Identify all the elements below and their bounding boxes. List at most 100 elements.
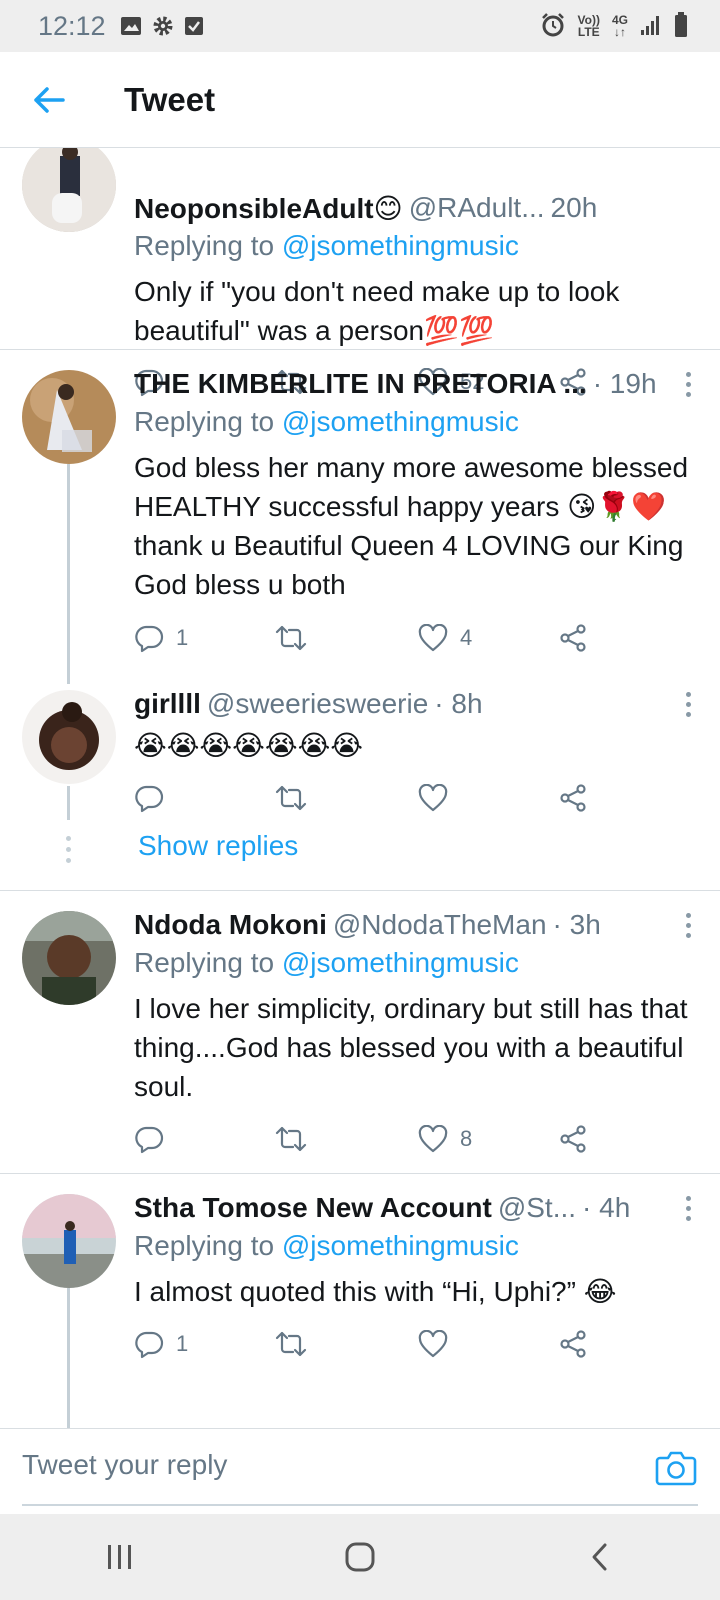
tweet-text: Only if "you don't need make up to look …	[134, 276, 620, 346]
share-icon	[560, 1330, 586, 1358]
tweet-header: girllll @sweeriesweerie · 8h	[134, 684, 690, 724]
image-icon	[120, 16, 142, 36]
user-handle[interactable]: @sweeriesweerie	[207, 688, 428, 720]
reply-button[interactable]	[134, 1119, 176, 1159]
volte-icon: Vo)) LTE	[577, 13, 600, 39]
user-name[interactable]: Stha Tomose New Account	[134, 1192, 492, 1224]
replying-to: Replying to @jsomethingmusic	[134, 1230, 519, 1261]
page-title: Tweet	[124, 80, 216, 118]
retweet-icon	[275, 625, 307, 651]
like-count: 8	[460, 1126, 473, 1151]
reply-icon	[135, 625, 164, 653]
show-replies-link[interactable]: Show replies	[138, 830, 298, 862]
reply-button[interactable]: 1	[134, 618, 188, 658]
tweet-header: Stha Tomose New Account @St... · 4h	[134, 1188, 690, 1228]
reply-count: 1	[176, 1331, 189, 1356]
tweet-time: · 4h	[582, 1192, 631, 1223]
avatar[interactable]	[22, 690, 116, 784]
tweet-actions: 8	[134, 1119, 604, 1159]
tweet-actions: 1 4	[134, 618, 604, 658]
thread-line	[67, 786, 70, 820]
status-time: 12:12	[38, 10, 106, 41]
like-count: 4	[460, 625, 473, 650]
share-icon	[560, 784, 586, 812]
camera-icon[interactable]	[654, 1445, 698, 1489]
share-button[interactable]	[558, 1324, 588, 1364]
heart-icon	[418, 784, 448, 812]
back-icon[interactable]	[570, 1527, 630, 1587]
share-icon	[560, 1125, 586, 1153]
share-icon	[560, 624, 586, 652]
avatar[interactable]	[22, 370, 116, 464]
reply-timeline[interactable]: NeoponsibleAdult😊 @RAdult... 20h Replyin…	[0, 148, 720, 1428]
tweet-item[interactable]: NeoponsibleAdult😊 @RAdult... 20h Replyin…	[0, 148, 720, 397]
user-handle[interactable]: @RAdult...	[409, 192, 545, 224]
reply-count: 1	[176, 625, 189, 650]
recents-icon[interactable]	[90, 1527, 150, 1587]
more-options-icon[interactable]	[684, 372, 692, 397]
user-name[interactable]: Ndoda Mokoni	[134, 909, 327, 941]
checkbox-icon	[184, 16, 204, 36]
gear-icon	[152, 15, 174, 37]
more-options-icon[interactable]	[684, 692, 692, 717]
reply-button[interactable]: 1	[134, 1324, 188, 1364]
retweet-icon	[275, 1126, 307, 1152]
like-button[interactable]	[418, 1324, 460, 1364]
retweet-icon	[275, 1331, 307, 1357]
more-options-icon[interactable]	[684, 1196, 692, 1221]
reply-input[interactable]: Tweet your reply	[22, 1449, 227, 1481]
share-button[interactable]	[558, 618, 588, 658]
heart-icon	[418, 624, 448, 652]
reply-icon	[135, 1331, 164, 1359]
like-button[interactable]: 8	[418, 1119, 472, 1159]
avatar[interactable]	[22, 148, 116, 232]
system-nav-bar	[0, 1514, 720, 1600]
reply-icon	[135, 1126, 164, 1154]
4g-icon: 4G ↓↑	[611, 13, 628, 39]
back-arrow-icon[interactable]	[24, 75, 74, 125]
signal-icon	[640, 14, 662, 38]
home-icon[interactable]	[330, 1527, 390, 1587]
mention-link[interactable]: @jsomethingmusic	[282, 230, 519, 261]
mention-link[interactable]: @jsomethingmusic	[282, 406, 519, 437]
mention-link[interactable]: @jsomethingmusic	[282, 1230, 519, 1261]
tweet-item[interactable]: Stha Tomose New Account @St... · 4h Repl…	[0, 1174, 720, 1428]
status-bar: 12:12 Vo)) LTE 4G ↓↑	[0, 0, 720, 52]
share-button[interactable]	[558, 778, 588, 818]
tweet-text: 😭😭😭😭😭😭😭	[134, 729, 364, 762]
retweet-button[interactable]	[274, 618, 308, 658]
reply-icon	[135, 785, 164, 813]
share-button[interactable]	[558, 1119, 588, 1159]
user-handle[interactable]: @NdodaTheMan	[333, 909, 547, 941]
retweet-button[interactable]	[274, 1324, 308, 1364]
user-name[interactable]: NeoponsibleAdult😊	[134, 192, 403, 225]
tweet-header: Ndoda Mokoni @NdodaTheMan · 3h	[134, 905, 690, 945]
heart-icon	[418, 1330, 448, 1358]
thread-dots	[66, 836, 71, 863]
like-button[interactable]	[418, 778, 460, 818]
tweet-time: · 3h	[552, 909, 601, 940]
user-name[interactable]: THE KIMBERLITE IN PRETORIA ...	[134, 368, 587, 400]
tweet-item[interactable]: Ndoda Mokoni @NdodaTheMan · 3h Replying …	[0, 891, 720, 1173]
user-handle[interactable]: @St...	[498, 1192, 576, 1224]
tweet-item[interactable]: THE KIMBERLITE IN PRETORIA ... · 19h Rep…	[0, 350, 720, 890]
retweet-button[interactable]	[274, 778, 308, 818]
tweet-header: THE KIMBERLITE IN PRETORIA ... · 19h	[134, 364, 690, 404]
tweet-header: NeoponsibleAdult😊 @RAdult... 20h	[134, 188, 690, 228]
mention-link[interactable]: @jsomethingmusic	[282, 947, 519, 978]
avatar[interactable]	[22, 911, 116, 1005]
retweet-button[interactable]	[274, 1119, 308, 1159]
reply-composer: Tweet your reply	[0, 1428, 720, 1514]
replying-to: Replying to @jsomethingmusic	[134, 230, 519, 261]
thread-line	[67, 1288, 70, 1428]
like-button[interactable]: 4	[418, 618, 472, 658]
replying-to: Replying to @jsomethingmusic	[134, 947, 519, 978]
reply-button[interactable]	[134, 778, 176, 818]
user-name[interactable]: girllll	[134, 688, 201, 720]
tweet-actions	[134, 778, 604, 818]
app-header: Tweet	[0, 52, 720, 148]
heart-icon	[418, 1125, 448, 1153]
retweet-icon	[275, 785, 307, 811]
more-options-icon[interactable]	[684, 913, 692, 938]
avatar[interactable]	[22, 1194, 116, 1288]
